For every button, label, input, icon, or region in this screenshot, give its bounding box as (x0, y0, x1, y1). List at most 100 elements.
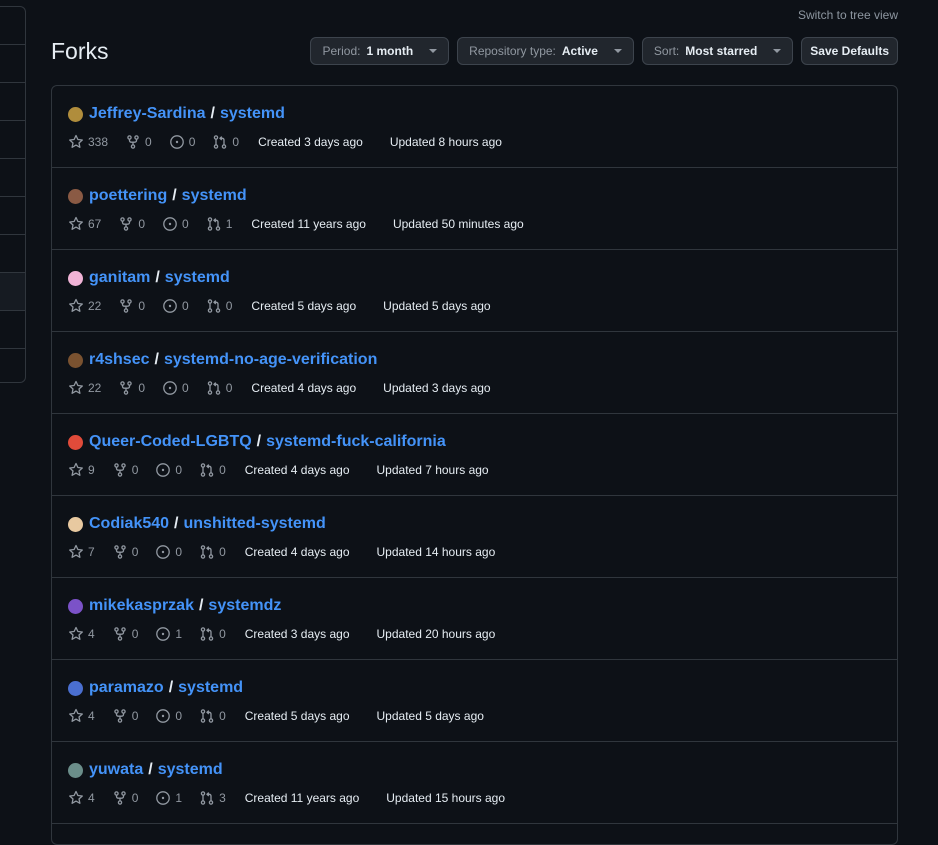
fork-owner-link[interactable]: r4shsec (89, 351, 150, 369)
fork-icon (120, 299, 133, 313)
avatar[interactable] (68, 106, 83, 122)
fork-owner-link[interactable]: mikekasprzak (89, 597, 194, 615)
fork-row: ganitam / systemd 22 0 0 0 Created 5 day… (52, 250, 897, 332)
pull-requests-count: 3 (219, 791, 226, 805)
issues-count: 0 (182, 299, 189, 313)
sidebar-item[interactable] (0, 235, 25, 273)
fork-owner-link[interactable]: ganitam (89, 269, 150, 287)
fork-name: mikekasprzak / systemdz (68, 596, 881, 616)
save-defaults-button[interactable]: Save Defaults (801, 37, 898, 65)
star-icon (69, 626, 83, 640)
stars-count: 4 (88, 627, 95, 641)
forks-stat: 0 (125, 134, 152, 150)
sidebar-item-active[interactable] (0, 273, 25, 311)
pull-requests-stat: 0 (212, 134, 239, 150)
sort-dropdown[interactable]: Sort: Most starred (641, 37, 794, 65)
sort-label: Sort: (653, 44, 680, 58)
sidebar-item[interactable] (0, 121, 25, 159)
fork-repo-link[interactable]: systemd (220, 105, 285, 123)
updated-date: Updated 15 hours ago (386, 791, 506, 805)
issues-count: 0 (182, 217, 189, 231)
fork-repo-link[interactable]: systemd (165, 269, 230, 287)
forks-stat: 0 (118, 216, 145, 232)
created-date: Created 5 days ago (244, 709, 350, 723)
avatar[interactable] (68, 434, 83, 450)
fork-repo-link[interactable]: unshitted-systemd (184, 515, 326, 533)
fork-owner-link[interactable]: paramazo (89, 679, 164, 697)
fork-repo-link[interactable]: systemd (178, 679, 243, 697)
sidebar-item[interactable] (0, 311, 25, 349)
stars-stat: 4 (68, 708, 95, 724)
forks-count: 0 (145, 135, 152, 149)
star-icon (69, 298, 83, 312)
sidebar-nav (0, 6, 26, 383)
created-date: Created 3 days ago (244, 627, 350, 641)
caret-down-icon (773, 49, 782, 53)
stars-count: 4 (88, 709, 95, 723)
period-label: Period: (322, 44, 361, 58)
avatar[interactable] (68, 516, 83, 532)
sidebar-item[interactable] (0, 197, 25, 235)
separator-slash: / (210, 105, 215, 122)
forks-count: 0 (131, 627, 139, 641)
fork-repo-link[interactable]: systemd (182, 187, 247, 205)
pull-requests-stat: 0 (199, 626, 226, 642)
separator-slash: / (174, 515, 179, 532)
pull-request-icon (200, 791, 214, 805)
pull-requests-stat: 0 (206, 380, 233, 396)
fork-name: paramazo / systemd (68, 678, 881, 698)
avatar[interactable] (68, 270, 83, 286)
issue-icon (163, 299, 177, 313)
issues-count: 0 (175, 545, 183, 559)
fork-icon (113, 545, 126, 559)
pull-requests-count: 0 (225, 381, 233, 395)
pull-requests-stat: 0 (199, 708, 226, 724)
separator-slash: / (172, 187, 177, 204)
fork-repo-link[interactable]: systemdz (208, 597, 281, 615)
forks-stat: 0 (112, 626, 139, 642)
issues-stat: 0 (155, 462, 182, 478)
sidebar-item[interactable] (0, 83, 25, 121)
pull-request-icon (200, 709, 214, 723)
fork-repo-link[interactable]: systemd-no-age-verification (164, 351, 377, 369)
repository-type-dropdown[interactable]: Repository type: Active (457, 37, 634, 65)
avatar[interactable] (68, 352, 83, 368)
issues-stat: 0 (162, 216, 189, 232)
fork-repo-link[interactable]: systemd-fuck-california (266, 433, 446, 451)
issues-count: 1 (175, 791, 183, 805)
fork-owner-link[interactable]: yuwata (89, 761, 143, 779)
avatar[interactable] (68, 680, 83, 696)
fork-name: yuwata / systemd (68, 760, 881, 780)
issues-stat: 0 (155, 708, 182, 724)
avatar[interactable] (68, 762, 83, 778)
updated-date: Updated 5 days ago (383, 299, 491, 313)
created-date: Created 4 days ago (251, 381, 357, 395)
fork-repo-link[interactable]: systemd (158, 761, 223, 779)
issues-count: 1 (175, 627, 183, 641)
fork-icon (120, 217, 133, 231)
forks-count: 0 (138, 381, 146, 395)
sidebar-item[interactable] (0, 159, 25, 197)
sidebar-item[interactable] (0, 45, 25, 83)
fork-row: paramazo / systemd 4 0 0 0 Created 5 day… (52, 660, 897, 742)
created-date: Created 11 years ago (251, 217, 366, 231)
updated-date: Updated 50 minutes ago (392, 217, 524, 231)
fork-name: Jeffrey-Sardina / systemd (68, 104, 881, 124)
fork-meta: 67 0 0 1 Created 11 years ago Updated 50… (68, 215, 881, 233)
fork-owner-link[interactable]: poettering (89, 187, 167, 205)
avatar[interactable] (68, 598, 83, 614)
fork-owner-link[interactable]: Codiak540 (89, 515, 169, 533)
issues-stat: 0 (162, 298, 189, 314)
forks-stat: 0 (112, 790, 138, 806)
fork-icon (113, 627, 126, 641)
pull-requests-count: 1 (225, 217, 233, 231)
period-dropdown[interactable]: Period: 1 month (310, 37, 450, 65)
sidebar-item[interactable] (0, 7, 25, 45)
issues-stat: 0 (162, 380, 189, 396)
switch-to-tree-view-link[interactable]: Switch to tree view (798, 8, 898, 22)
sidebar-item[interactable] (0, 349, 25, 387)
fork-owner-link[interactable]: Jeffrey-Sardina (89, 105, 206, 123)
fork-icon (113, 709, 126, 723)
avatar[interactable] (68, 188, 83, 204)
fork-owner-link[interactable]: Queer-Coded-LGBTQ (89, 433, 252, 451)
